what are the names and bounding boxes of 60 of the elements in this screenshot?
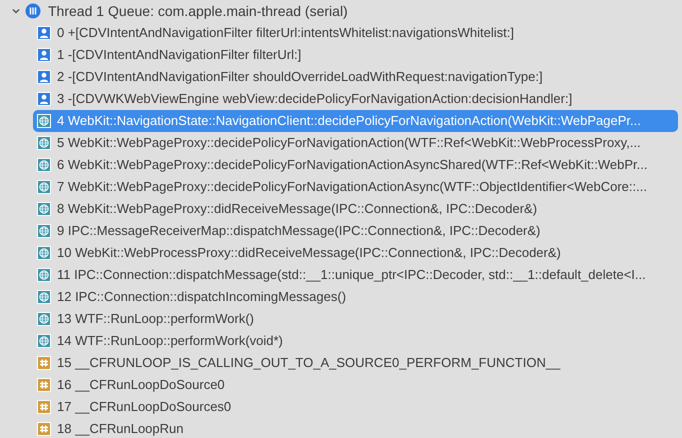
stack-frame-row[interactable]: 18 __CFRunLoopRun [33, 418, 678, 438]
frame-label: 6 WebKit::WebPageProxy::decidePolicyForNavigationActionAsyncShared(WTF::Ref<WebKit::WebPr... [57, 156, 648, 174]
stack-frame-row[interactable]: 5 WebKit::WebPageProxy::decidePolicyForNavigationAction(WTF::Ref<WebKit::WebProcessProxy,... [33, 132, 678, 154]
person-icon [37, 70, 51, 84]
hash-icon [37, 422, 51, 436]
frame-label: 4 WebKit::NavigationState::NavigationClient::decidePolicyForNavigationAction(WebKit::WebPagePr... [57, 112, 641, 130]
hash-icon [37, 400, 51, 414]
hash-icon [37, 356, 51, 370]
globe-icon [37, 180, 51, 194]
frame-label: 15 __CFRUNLOOP_IS_CALLING_OUT_TO_A_SOURCE0_PERFORM_FUNCTION__ [57, 354, 560, 372]
stack-frame-row[interactable]: 8 WebKit::WebPageProxy::didReceiveMessage(IPC::Connection&, IPC::Decoder&) [33, 198, 678, 220]
stack-frame-row[interactable]: 12 IPC::Connection::dispatchIncomingMessages() [33, 286, 678, 308]
stack-frame-row[interactable]: 2 -[CDVIntentAndNavigationFilter shouldOverrideLoadWithRequest:navigationType:] [33, 66, 678, 88]
frame-label: 11 IPC::Connection::dispatchMessage(std::__1::unique_ptr<IPC::Decoder, std::__1::default_delete<I... [57, 266, 646, 284]
stack-frame-row[interactable]: 13 WTF::RunLoop::performWork() [33, 308, 678, 330]
frame-label: 16 __CFRunLoopDoSource0 [57, 376, 225, 394]
stack-frame-row[interactable]: 14 WTF::RunLoop::performWork(void*) [33, 330, 678, 352]
globe-icon [37, 334, 51, 348]
frame-label: 14 WTF::RunLoop::performWork(void*) [57, 332, 283, 350]
globe-icon [37, 224, 51, 238]
frame-label: 17 __CFRunLoopDoSources0 [57, 398, 232, 416]
globe-icon [37, 136, 51, 150]
frame-label: 12 IPC::Connection::dispatchIncomingMessages() [57, 288, 346, 306]
thread-title: Thread 1 [48, 2, 104, 20]
stack-frame-row[interactable]: 15 __CFRUNLOOP_IS_CALLING_OUT_TO_A_SOURCE0_PERFORM_FUNCTION__ [33, 352, 678, 374]
queue-label: Queue: com.apple.main-thread (serial) [108, 2, 348, 21]
frame-label: 3 -[CDVWKWebViewEngine webView:decidePolicyForNavigationAction:decisionHandler:] [57, 90, 572, 108]
stack-frame-row[interactable]: 10 WebKit::WebProcessProxy::didReceiveMessage(IPC::Connection&, IPC::Decoder&) [33, 242, 678, 264]
thread-icon [25, 3, 41, 19]
globe-icon [37, 114, 51, 128]
globe-icon [37, 290, 51, 304]
stack-frame-row[interactable]: 1 -[CDVIntentAndNavigationFilter filterUrl:] [33, 44, 678, 66]
stack-frame-row[interactable]: 6 WebKit::WebPageProxy::decidePolicyForNavigationActionAsyncShared(WTF::Ref<WebKit::WebPr... [33, 154, 678, 176]
frame-label: 18 __CFRunLoopRun [57, 420, 184, 438]
stack-frame-row[interactable]: 0 +[CDVIntentAndNavigationFilter filterUrl:intentsWhitelist:navigationsWhitelist:] [33, 22, 678, 44]
globe-icon [37, 158, 51, 172]
frame-label: 7 WebKit::WebPageProxy::decidePolicyForNavigationActionAsync(WTF::ObjectIdentifier<WebCore::... [57, 178, 647, 196]
stack-frame-row[interactable]: 17 __CFRunLoopDoSources0 [33, 396, 678, 418]
hash-icon [37, 378, 51, 392]
stack-frame-row[interactable]: 16 __CFRunLoopDoSource0 [33, 374, 678, 396]
frame-label: 8 WebKit::WebPageProxy::didReceiveMessage(IPC::Connection&, IPC::Decoder&) [57, 200, 538, 218]
globe-icon [37, 268, 51, 282]
globe-icon [37, 202, 51, 216]
frame-label: 10 WebKit::WebProcessProxy::didReceiveMessage(IPC::Connection&, IPC::Decoder&) [57, 244, 561, 262]
frame-label: 2 -[CDVIntentAndNavigationFilter shouldOverrideLoadWithRequest:navigationType:] [57, 68, 543, 86]
person-icon [37, 48, 51, 62]
chevron-icon[interactable] [11, 6, 21, 16]
globe-icon [37, 246, 51, 260]
stack-frame-row[interactable]: 9 IPC::MessageReceiverMap::dispatchMessage(IPC::Connection&, IPC::Decoder&) [33, 220, 678, 242]
frame-label: 0 +[CDVIntentAndNavigationFilter filterUrl:intentsWhitelist:navigationsWhitelist:] [57, 24, 514, 42]
frame-label: 9 IPC::MessageReceiverMap::dispatchMessage(IPC::Connection&, IPC::Decoder&) [57, 222, 540, 240]
frame-label: 1 -[CDVIntentAndNavigationFilter filterUrl:] [57, 46, 302, 64]
person-icon [37, 26, 51, 40]
stack-frame-row[interactable]: 3 -[CDVWKWebViewEngine webView:decidePolicyForNavigationAction:decisionHandler:] [33, 88, 678, 110]
stack-frame-row[interactable]: 7 WebKit::WebPageProxy::decidePolicyForNavigationActionAsync(WTF::ObjectIdentifier<WebCore::... [33, 176, 678, 198]
frame-label: 5 WebKit::WebPageProxy::decidePolicyForNavigationAction(WTF::Ref<WebKit::WebProcessProxy,... [57, 134, 641, 152]
frame-label: 13 WTF::RunLoop::performWork() [57, 310, 254, 328]
stack-frame-row[interactable]: 11 IPC::Connection::dispatchMessage(std::__1::unique_ptr<IPC::Decoder, std::__1::default_delete<I... [33, 264, 678, 286]
person-icon [37, 92, 51, 106]
globe-icon [37, 312, 51, 326]
